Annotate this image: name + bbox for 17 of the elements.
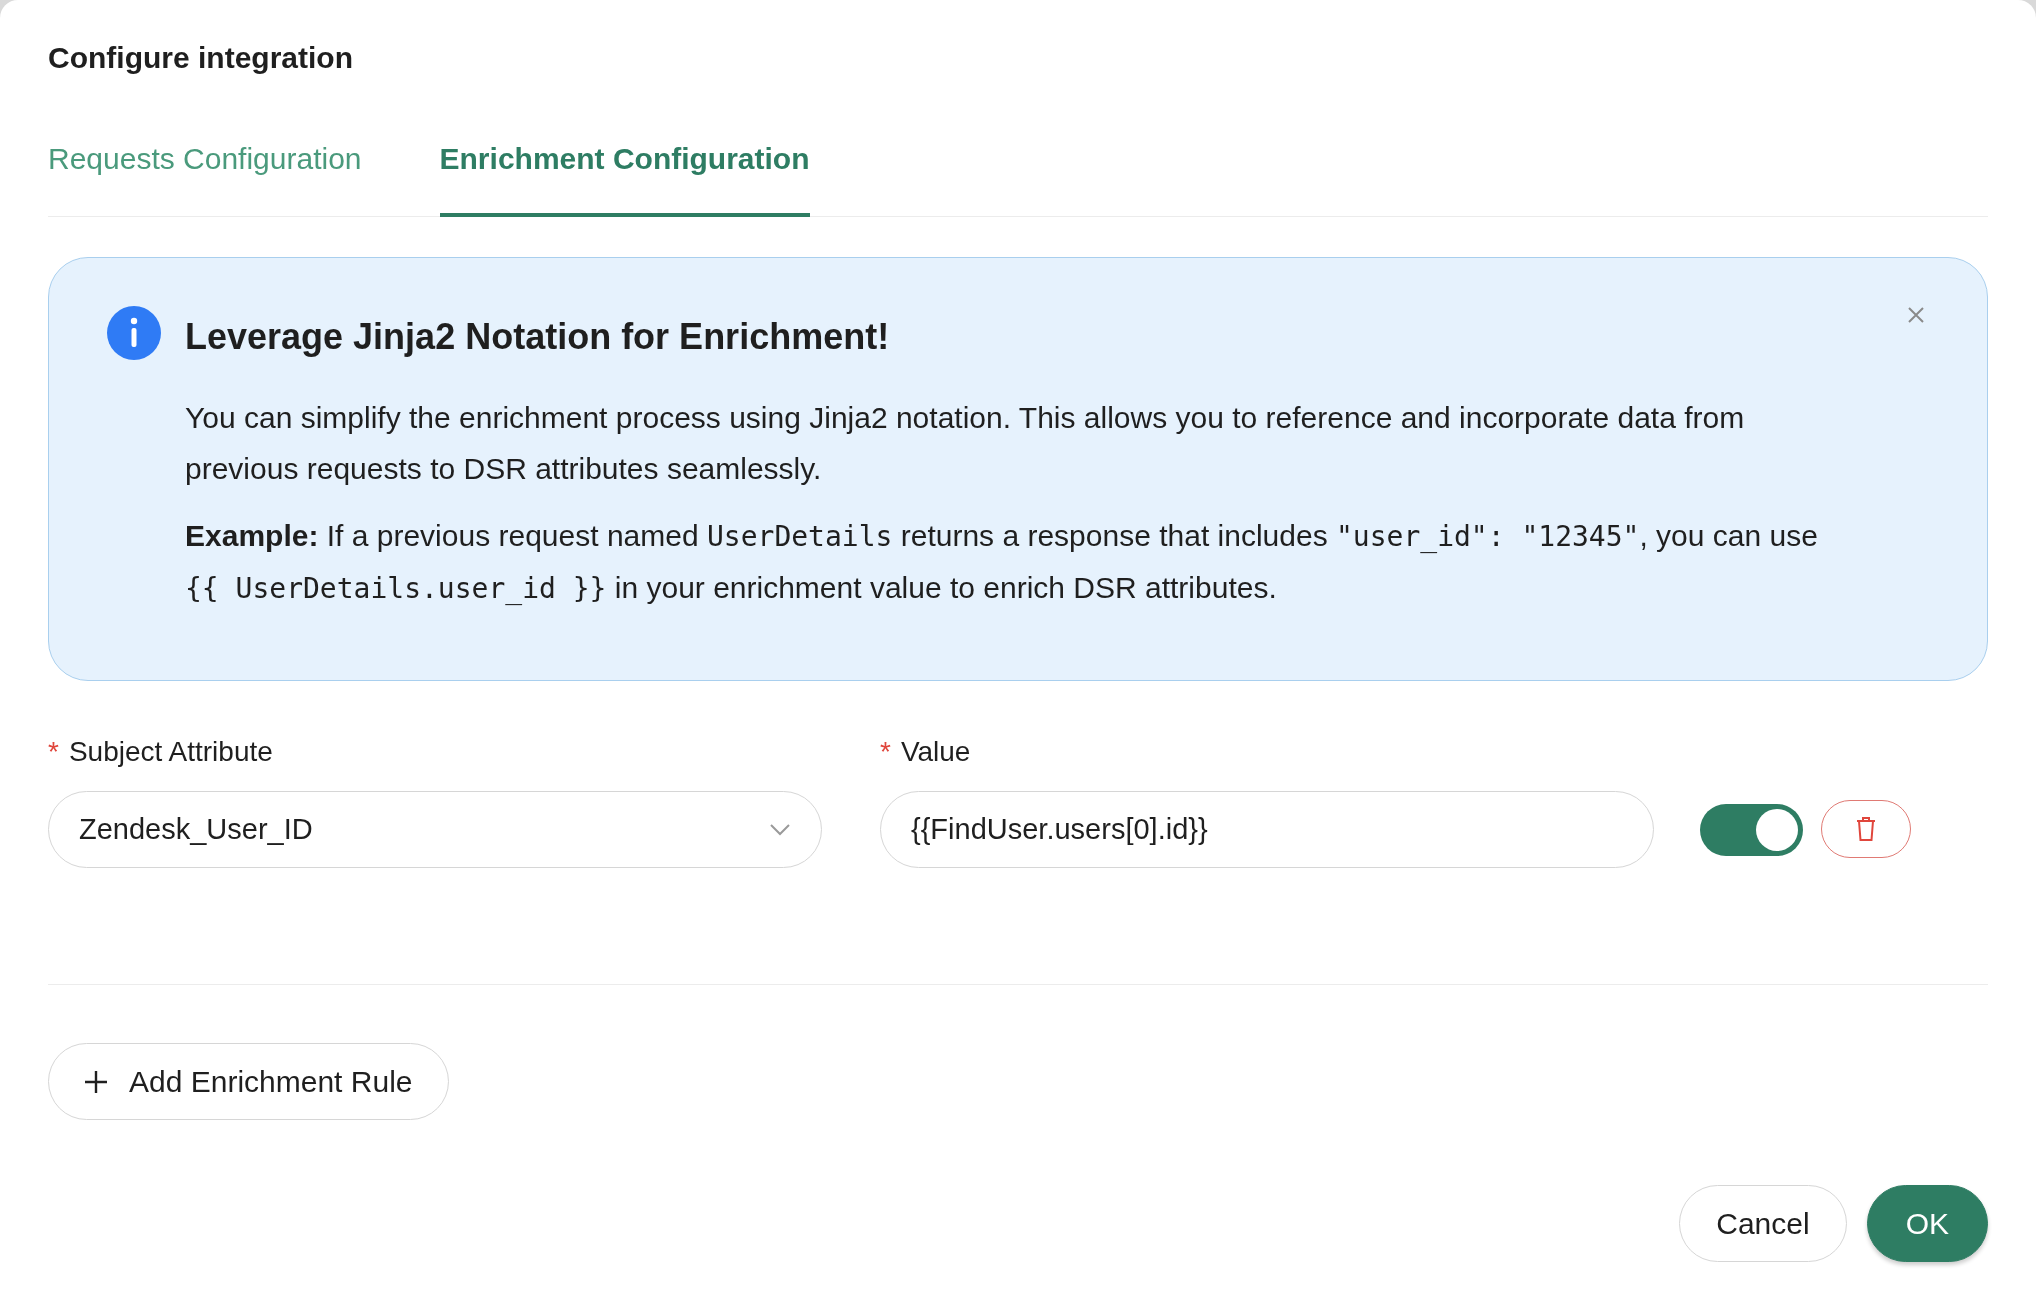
banner-title: Leverage Jinja2 Notation for Enrichment!	[185, 315, 890, 359]
cancel-button[interactable]: Cancel	[1679, 1185, 1847, 1262]
enable-toggle[interactable]	[1700, 804, 1803, 856]
tab[interactable]: Enrichment Configuration	[439, 136, 810, 217]
dialog-title: Configure integration	[48, 40, 354, 76]
field-label: * Subject Attribute	[48, 735, 273, 769]
ok-button[interactable]: OK	[1866, 1185, 1988, 1262]
info-icon	[107, 306, 161, 360]
trash-icon	[1855, 816, 1877, 842]
value-field[interactable]: {{FindUser.users[0].id}}	[880, 791, 1654, 868]
plus-icon	[83, 1068, 109, 1095]
field-label: * Value	[880, 735, 971, 769]
banner-text: Example: If a previous request named UserDetails returns a response that includes "user_id": "12345", you can use {{ UserDetails.user_id }} in your enrichment value to enrich DSR attributes.	[185, 518, 1819, 607]
attribute-dropdown[interactable]: Zendesk_User_ID	[48, 791, 822, 868]
add-rule-button[interactable]: Add Enrichment Rule	[48, 1043, 450, 1120]
chevron-down-icon	[769, 822, 791, 837]
banner-text: You can simplify the enrichment process using Jinja2 notation. This allows you to reference and incorporate data from previous requests to DSR attributes seamlessly.	[185, 400, 1746, 487]
